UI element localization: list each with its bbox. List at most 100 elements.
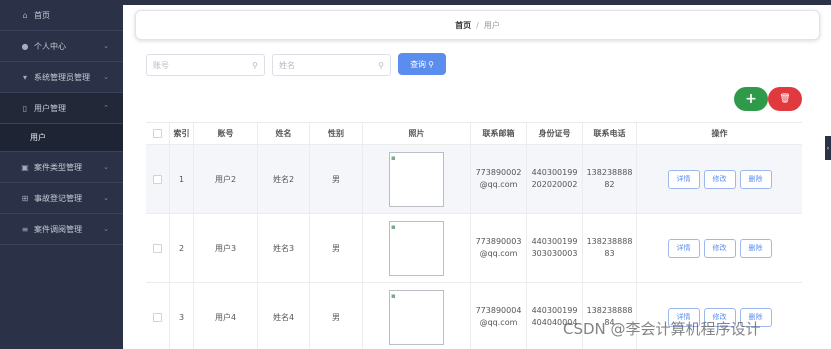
sidebar-item-user-manage[interactable]: ▯ 用户管理 ⌃ <box>0 93 123 124</box>
breadcrumb-separator: / <box>476 20 479 30</box>
header-id-number: 身份证号 <box>527 123 583 144</box>
table-header-row: 索引 账号 姓名 性别 照片 联系邮箱 身份证号 联系电话 操作 <box>146 122 802 145</box>
sidebar-item-profile[interactable]: ● 个人中心 ⌄ <box>0 31 123 62</box>
cell-actions: 详情 修改 删除 <box>637 214 802 282</box>
sidebar-subitem-users[interactable]: 用户 <box>0 124 123 152</box>
user-icon: ● <box>21 41 29 51</box>
sidebar-item-home[interactable]: ⌂ 首页 <box>0 0 123 31</box>
phone-line-1: 138238888 <box>586 168 633 177</box>
chevron-left-icon: ‹ <box>826 144 830 152</box>
sidebar-item-label: 事故登记管理 <box>34 193 82 203</box>
cell-gender: 男 <box>310 214 363 282</box>
cell-phone: 138238888 84 <box>583 283 637 349</box>
detail-button[interactable]: 详情 <box>667 169 700 189</box>
cell-photo: ▪ <box>363 283 471 349</box>
chevron-down-icon: ⌄ <box>103 73 109 81</box>
header-actions: 操作 <box>711 129 728 138</box>
user-table: 索引 账号 姓名 性别 照片 联系邮箱 身份证号 联系电话 操作 1 用户2 姓… <box>146 122 802 349</box>
cell-account: 用户2 <box>194 145 258 213</box>
edit-button[interactable]: 修改 <box>703 238 736 258</box>
search-icon: ⚲ <box>428 59 434 69</box>
sidebar-item-case-review[interactable]: ≡ 案件调阅管理 ⌄ <box>0 214 123 245</box>
breadcrumb-current: 用户 <box>483 20 500 30</box>
list-icon: ≡ <box>21 224 29 234</box>
row-select-cell <box>146 145 170 213</box>
sidebar-item-label: 个人中心 <box>34 41 66 51</box>
cell-id-number: 440300199 303030003 <box>527 214 583 282</box>
row-checkbox[interactable] <box>153 174 162 184</box>
table-row: 3 用户4 姓名4 男 ▪ 773890004 @qq.com 44030019… <box>146 283 802 349</box>
query-button[interactable]: 查询 ⚲ <box>398 53 446 75</box>
header-phone: 联系电话 <box>583 123 637 144</box>
table-row: 1 用户2 姓名2 男 ▪ 773890002 @qq.com 44030019… <box>146 145 802 214</box>
id-line-1: 440300199 <box>531 237 578 246</box>
cell-email: 773890002 @qq.com <box>471 145 527 213</box>
sidebar-item-label: 案件类型管理 <box>34 162 82 172</box>
header-index: 索引 <box>170 123 194 144</box>
detail-button[interactable]: 详情 <box>667 238 700 258</box>
cell-index: 3 <box>170 283 194 349</box>
account-placeholder: 账号 <box>153 60 169 70</box>
id-line-2: 202020002 <box>531 180 578 189</box>
cell-gender: 男 <box>310 145 363 213</box>
email-line-2: @qq.com <box>479 318 518 327</box>
email-line-1: 773890004 <box>475 306 522 315</box>
search-icon: ⚲ <box>378 60 384 70</box>
broken-image-icon: ▪ <box>391 222 396 231</box>
user-photo: ▪ <box>389 289 444 345</box>
select-all-checkbox[interactable] <box>153 129 162 138</box>
phone-line-1: 138238888 <box>586 237 633 246</box>
cell-actions: 详情 修改 删除 <box>637 283 802 349</box>
user-photo: ▪ <box>389 151 444 207</box>
sidebar-item-label: 系统管理员管理 <box>34 72 90 82</box>
cell-photo: ▪ <box>363 214 471 282</box>
name-search-input[interactable]: 姓名 ⚲ <box>272 54 391 76</box>
cell-account: 用户4 <box>194 283 258 349</box>
cell-phone: 138238888 83 <box>583 214 637 282</box>
row-checkbox[interactable] <box>153 243 162 253</box>
admin-icon: ▾ <box>22 72 27 82</box>
row-checkbox[interactable] <box>153 312 162 322</box>
sidebar-item-admin[interactable]: ▾ 系统管理员管理 ⌄ <box>0 62 123 93</box>
account-search-input[interactable]: 账号 ⚲ <box>146 54 265 76</box>
cell-name: 姓名2 <box>258 145 310 213</box>
user-photo: ▪ <box>389 220 444 276</box>
cell-id-number: 440300199 202020002 <box>527 145 583 213</box>
broken-image-icon: ▪ <box>391 291 396 300</box>
cell-photo: ▪ <box>363 145 471 213</box>
row-select-cell <box>146 214 170 282</box>
sidebar-item-label: 首页 <box>34 10 50 20</box>
broken-image-icon: ▪ <box>391 153 396 162</box>
batch-delete-button[interactable]: 🗑 <box>768 87 802 111</box>
email-line-1: 773890003 <box>475 237 522 246</box>
sidebar: ⌂ 首页 ● 个人中心 ⌄ ▾ 系统管理员管理 ⌄ ▯ 用户管理 ⌃ 用户 ▣ … <box>0 0 123 349</box>
delete-button[interactable]: 删除 <box>739 169 772 189</box>
chevron-down-icon: ⌄ <box>103 194 109 202</box>
edit-button[interactable]: 修改 <box>703 169 736 189</box>
user-outline-icon: ▯ <box>22 103 28 113</box>
cell-gender: 男 <box>310 283 363 349</box>
email-line-2: @qq.com <box>479 249 518 258</box>
folder-icon: ▣ <box>21 162 29 172</box>
query-label: 查询 <box>410 59 427 69</box>
cell-email: 773890004 @qq.com <box>471 283 527 349</box>
email-line-1: 773890002 <box>475 168 522 177</box>
collapse-handle[interactable]: ‹ <box>825 136 831 160</box>
sidebar-item-label: 案件调阅管理 <box>34 224 82 234</box>
phone-line-2: 82 <box>604 180 615 189</box>
header-email: 联系邮箱 <box>471 123 527 144</box>
cell-email: 773890003 @qq.com <box>471 214 527 282</box>
sidebar-item-case-type[interactable]: ▣ 案件类型管理 ⌄ <box>0 152 123 183</box>
sidebar-item-accident[interactable]: ⊞ 事故登记管理 ⌄ <box>0 183 123 214</box>
watermark: CSDN @李会计算机程序设计 <box>563 320 761 338</box>
breadcrumb-home[interactable]: 首页 <box>455 20 471 31</box>
delete-button[interactable]: 删除 <box>739 238 772 258</box>
cell-name: 姓名3 <box>258 214 310 282</box>
cell-phone: 138238888 82 <box>583 145 637 213</box>
row-select-cell <box>146 283 170 349</box>
plus-icon: + <box>745 91 757 107</box>
cell-index: 1 <box>170 145 194 213</box>
phone-line-1: 138238888 <box>586 306 633 315</box>
main-content: 首页 / 用户 账号 ⚲ 姓名 ⚲ 查询 ⚲ + 🗑 索引 账号 姓名 性别 照… <box>123 5 825 349</box>
add-button[interactable]: + <box>734 87 768 111</box>
